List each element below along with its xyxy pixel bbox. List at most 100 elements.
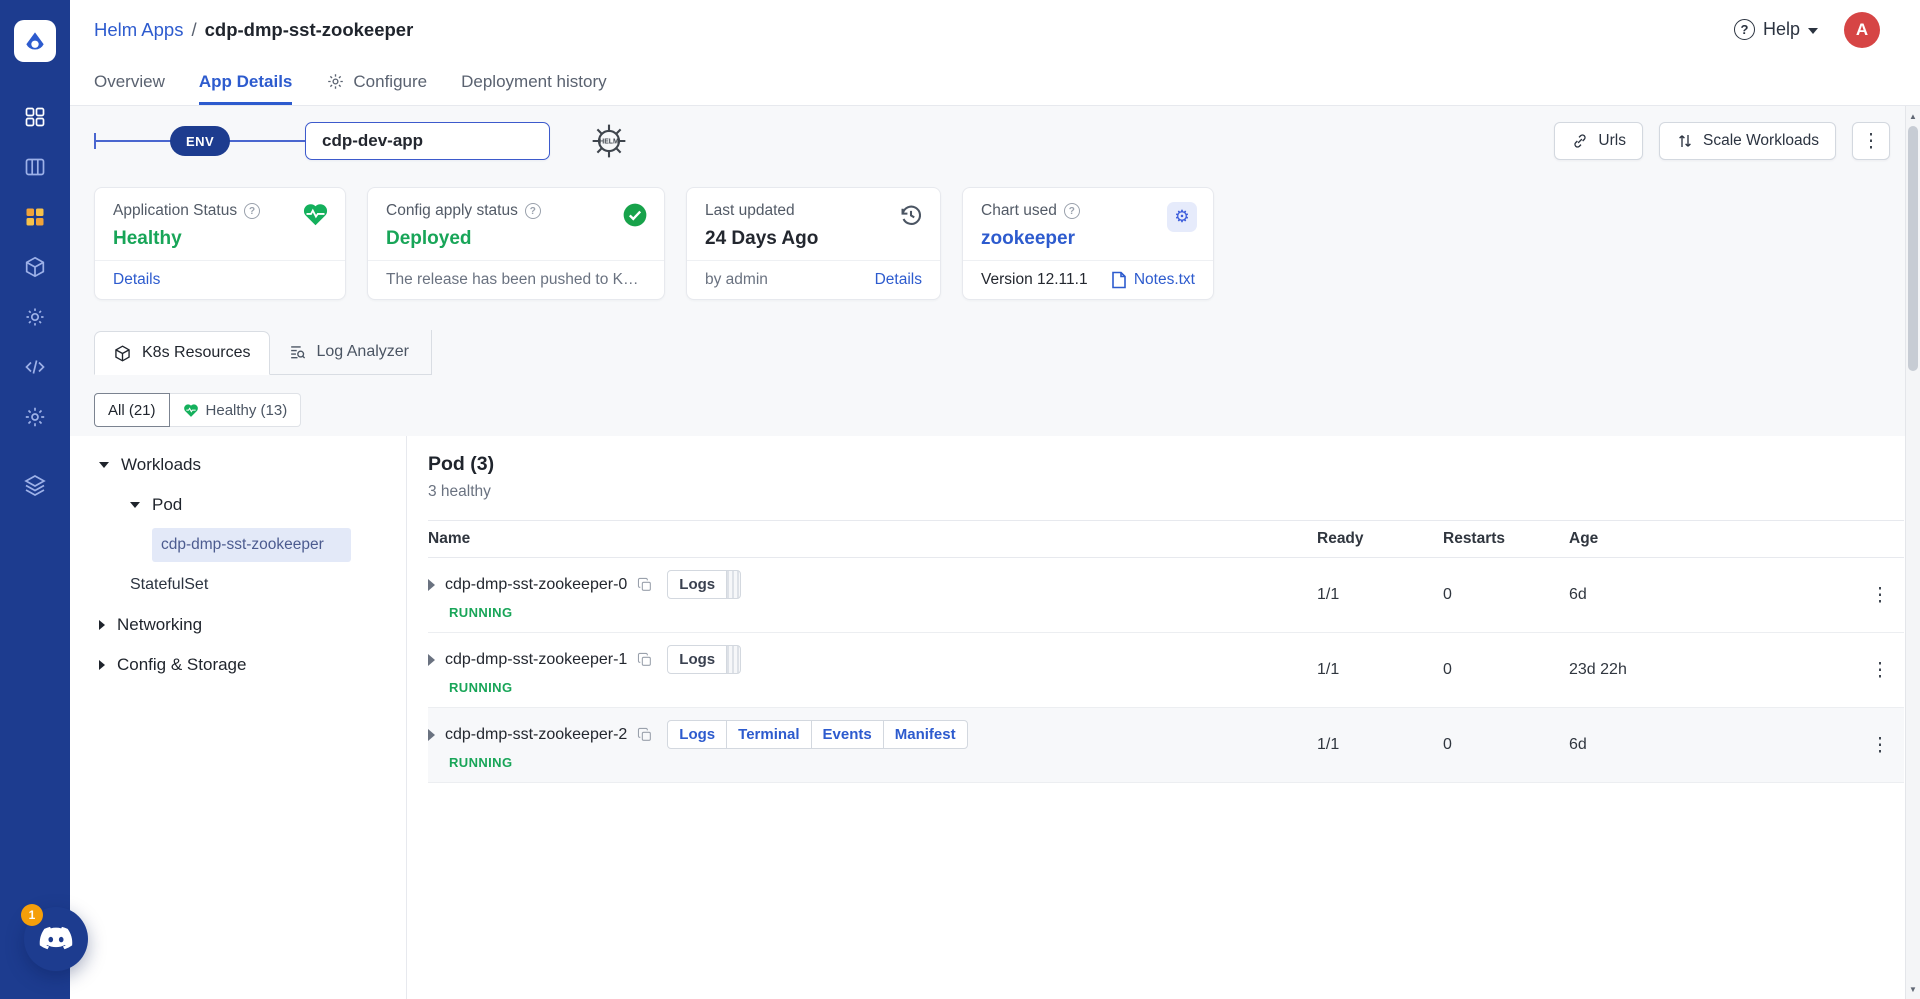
tab-log-analyzer[interactable]: Log Analyzer — [270, 330, 428, 374]
table-row: cdp-dmp-sst-zookeeper-2 Logs Terminal Ev… — [428, 708, 1904, 783]
app-name-box[interactable]: cdp-dev-app — [305, 122, 550, 160]
scrollbar-thumb[interactable] — [1908, 126, 1918, 371]
urls-button[interactable]: Urls — [1554, 122, 1643, 160]
tree-item-statefulset[interactable]: StatefulSet — [70, 565, 406, 605]
status-badge: RUNNING — [449, 605, 1317, 620]
row-menu-button[interactable]: ⋮ — [1856, 736, 1904, 755]
info-icon[interactable]: ? — [1064, 203, 1080, 219]
chart-gear-icon: ⚙ — [1167, 202, 1197, 232]
expand-caret-icon[interactable] — [428, 729, 435, 741]
column-restarts: Restarts — [1443, 530, 1569, 548]
copy-icon[interactable] — [637, 577, 653, 593]
check-circle-icon — [622, 202, 648, 228]
expand-caret-icon[interactable] — [428, 654, 435, 666]
application-status-details-link[interactable]: Details — [113, 271, 160, 289]
filter-healthy-label: Healthy (13) — [206, 402, 288, 419]
chart-used-value[interactable]: zookeeper — [981, 228, 1195, 250]
log-search-icon — [288, 343, 307, 362]
modules-icon[interactable] — [22, 204, 48, 230]
scrollbar: ▲ ▼ — [1905, 106, 1920, 999]
scale-arrows-icon — [1676, 132, 1694, 150]
row-menu-button[interactable]: ⋮ — [1856, 661, 1904, 680]
env-connector: ENV — [94, 126, 305, 156]
pod-name: cdp-dmp-sst-zookeeper-2 — [445, 726, 627, 744]
page-tabs: Overview App Details Configure Deploymen… — [70, 59, 1920, 106]
table-row: cdp-dmp-sst-zookeeper-1 Logs RUNNING 1/1 — [428, 633, 1904, 708]
breadcrumb-current: cdp-dmp-sst-zookeeper — [205, 19, 414, 41]
avatar[interactable]: A — [1844, 12, 1880, 48]
ready-value: 1/1 — [1317, 586, 1443, 604]
row-menu-button[interactable]: ⋮ — [1856, 586, 1904, 605]
tree-config-storage-label: Config & Storage — [117, 655, 246, 675]
expand-caret-icon[interactable] — [428, 579, 435, 591]
tree-item-config-storage[interactable]: Config & Storage — [70, 645, 406, 685]
code-icon[interactable] — [22, 354, 48, 380]
info-icon[interactable]: ? — [244, 203, 260, 219]
tab-log-analyzer-label: Log Analyzer — [317, 343, 410, 361]
chat-notification-badge: 1 — [21, 904, 43, 926]
table-header: Name Ready Restarts Age — [428, 520, 1904, 558]
link-icon — [1571, 132, 1589, 150]
manifest-button[interactable]: Manifest — [883, 720, 968, 749]
last-updated-title: Last updated — [705, 202, 795, 220]
tab-k8s-resources[interactable]: K8s Resources — [94, 331, 270, 375]
breadcrumb-helm-apps-link[interactable]: Helm Apps — [94, 19, 183, 41]
logs-button[interactable]: Logs — [667, 645, 727, 674]
config-apply-title: Config apply status — [386, 202, 518, 220]
tree-item-selected-pod[interactable]: cdp-dmp-sst-zookeeper — [152, 528, 351, 562]
grid-icon[interactable] — [22, 104, 48, 130]
caret-right-icon[interactable] — [99, 620, 105, 630]
restarts-value: 0 — [1443, 661, 1569, 679]
status-cards: Application Status ? Healthy Details Con… — [94, 187, 1896, 300]
content: ENV cdp-dev-app HELM Urls Scale Workload… — [70, 106, 1920, 999]
logs-button[interactable]: Logs — [667, 570, 727, 599]
heart-pulse-icon — [302, 202, 329, 227]
tree-pod-label: Pod — [152, 495, 182, 515]
file-icon — [1111, 271, 1127, 289]
filter-healthy[interactable]: Healthy (13) — [170, 393, 302, 427]
tree-statefulset-label: StatefulSet — [130, 576, 208, 594]
chat-support-button[interactable]: 1 — [24, 907, 88, 971]
tab-configure[interactable]: Configure — [326, 59, 427, 105]
settings-icon[interactable] — [22, 404, 48, 430]
scale-workloads-button[interactable]: Scale Workloads — [1659, 122, 1836, 160]
pod-table-area: Pod (3) 3 healthy Name Ready Restarts Ag… — [407, 436, 1920, 999]
caret-down-icon[interactable] — [130, 502, 140, 508]
stacks-icon[interactable] — [22, 472, 48, 498]
terminal-button[interactable]: Terminal — [726, 720, 811, 749]
config-apply-card: Config apply status ? Deployed The relea… — [367, 187, 665, 300]
history-icon — [898, 202, 924, 228]
help-menu[interactable]: ? Help — [1734, 19, 1818, 40]
tab-configure-label: Configure — [353, 72, 427, 92]
scroll-up-arrow[interactable]: ▲ — [1906, 108, 1920, 124]
filter-all[interactable]: All (21) — [94, 393, 170, 427]
copy-icon[interactable] — [637, 727, 653, 743]
notes-txt-link[interactable]: Notes.txt — [1134, 271, 1195, 289]
last-updated-details-link[interactable]: Details — [875, 271, 922, 289]
info-icon[interactable]: ? — [525, 203, 541, 219]
tab-overview[interactable]: Overview — [94, 59, 165, 105]
integrations-icon[interactable] — [22, 304, 48, 330]
tree-networking-label: Networking — [117, 615, 202, 635]
scroll-down-arrow[interactable]: ▼ — [1906, 981, 1920, 997]
events-button[interactable]: Events — [811, 720, 884, 749]
tree-item-pod[interactable]: Pod — [70, 485, 406, 525]
tab-app-details[interactable]: App Details — [199, 59, 293, 105]
chart-used-title: Chart used — [981, 202, 1057, 220]
sidebar-nav — [22, 104, 48, 498]
tree-item-workloads[interactable]: Workloads — [70, 445, 406, 485]
restarts-value: 0 — [1443, 586, 1569, 604]
application-status-value: Healthy — [113, 228, 327, 250]
copy-icon[interactable] — [637, 652, 653, 668]
tree-item-networking[interactable]: Networking — [70, 605, 406, 645]
tab-deployment-history[interactable]: Deployment history — [461, 59, 607, 105]
app-logo[interactable] — [14, 20, 56, 62]
ready-value: 1/1 — [1317, 661, 1443, 679]
svg-text:HELM: HELM — [599, 139, 619, 146]
logs-button[interactable]: Logs — [667, 720, 727, 749]
caret-right-icon[interactable] — [99, 660, 105, 670]
caret-down-icon[interactable] — [99, 462, 109, 468]
boards-icon[interactable] — [22, 154, 48, 180]
more-actions-button[interactable]: ⋮ — [1852, 122, 1890, 160]
cube-icon[interactable] — [22, 254, 48, 280]
